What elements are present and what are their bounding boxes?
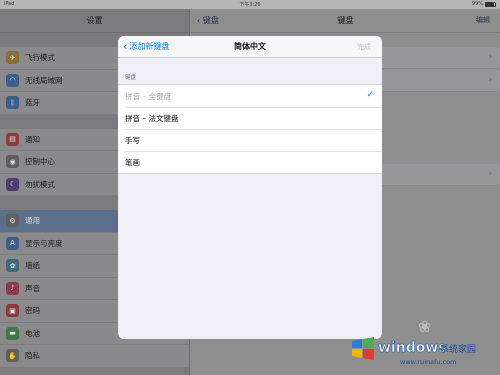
hand-icon: ✋ [6,349,19,363]
sidebar-item-label: 密码 [25,306,40,316]
sheet-title: 简体中文 [234,42,266,51]
status-bar: iPad 下午3:26 99% [0,0,500,9]
svg-text:系统家园: 系统家园 [440,343,476,355]
done-button[interactable]: 完成 [357,42,371,52]
sidebar-item-label: 隐私 [25,351,40,361]
detail-title: 键盘 [337,16,354,25]
sound-icon: ♪ [6,281,19,295]
sidebar-title: 设置 [0,9,189,33]
keyboard-option-label: 拼音 – 全键盘 [125,91,172,101]
chevron-right-icon: › [488,52,492,62]
svg-text:www.ruinafu.com: www.ruinafu.com [400,358,456,366]
notifications-icon: ▤ [6,132,19,146]
sidebar-item[interactable]: ✋ 隐私 [0,345,189,368]
add-keyboard-sheet: ‹ 添加新键盘 简体中文 完成 键盘 拼音 – 全键盘 ✓ 拼音 – 法文键盘 手写笔… [118,36,382,339]
clock: 下午3:26 [239,2,261,8]
wallpaper-icon: ✿ [6,259,19,273]
gear-icon: ⚙ [6,214,19,228]
sheet-nav-bar: ‹ 添加新键盘 简体中文 完成 [118,36,382,58]
sidebar-item-label: 墙纸 [25,261,40,271]
control-center-icon: ◉ [6,155,19,169]
battery-indicator: 99% [472,1,496,7]
keyboard-list: 拼音 – 全键盘 ✓ 拼音 – 法文键盘 手写笔画 [118,84,382,174]
sidebar-item-label: 声音 [25,283,40,293]
keyboard-option[interactable]: 笔画 [118,151,382,173]
battery-percent: 99% [471,1,483,7]
keyboard-option-label: 手写 [125,135,140,145]
wifi-icon: ◠ [6,73,19,87]
airplane-icon: ✈ [6,51,19,65]
sidebar-item-label: 蓝牙 [25,98,40,108]
brightness-icon: A [6,236,19,250]
sidebar-item-label: 飞行模式 [25,53,55,63]
sidebar-item-label: 电池 [25,328,40,338]
chevron-right-icon: › [488,169,492,179]
sidebar-item-label: 控制中心 [25,157,55,167]
sidebar-item-label: 通用 [25,216,40,226]
moon-icon: ☾ [6,177,19,191]
windows-watermark-logo: windows 系统家园 www.ruinafu.com [352,337,476,366]
keyboard-option-label: 笔画 [125,157,140,167]
checkmark-icon: ✓ [366,90,374,100]
keyboard-option[interactable]: 拼音 – 法文键盘 [118,107,382,129]
detail-nav-bar: ‹ 键盘 键盘 编辑 [191,9,500,33]
chevron-right-icon: › [488,75,492,85]
keyboard-option: 拼音 – 全键盘 ✓ [118,85,382,107]
sidebar-item-label: 显示与亮度 [25,238,63,248]
battery-icon: ▬ [6,326,19,340]
section-header: 键盘 [125,75,137,81]
sidebar-item-label: 通知 [25,134,40,144]
battery-icon [485,1,496,7]
svg-text:windows: windows [378,340,447,356]
sidebar-item-label: 无线局域网 [25,75,63,85]
bluetooth-icon: ᛒ [6,96,19,110]
keyboard-option-label: 拼音 – 法文键盘 [125,113,179,123]
keyboard-option[interactable]: 手写 [118,129,382,151]
edit-button[interactable]: 编辑 [476,15,490,25]
sidebar-item-label: 勿扰模式 [25,179,55,189]
lock-icon: ▣ [6,304,19,318]
